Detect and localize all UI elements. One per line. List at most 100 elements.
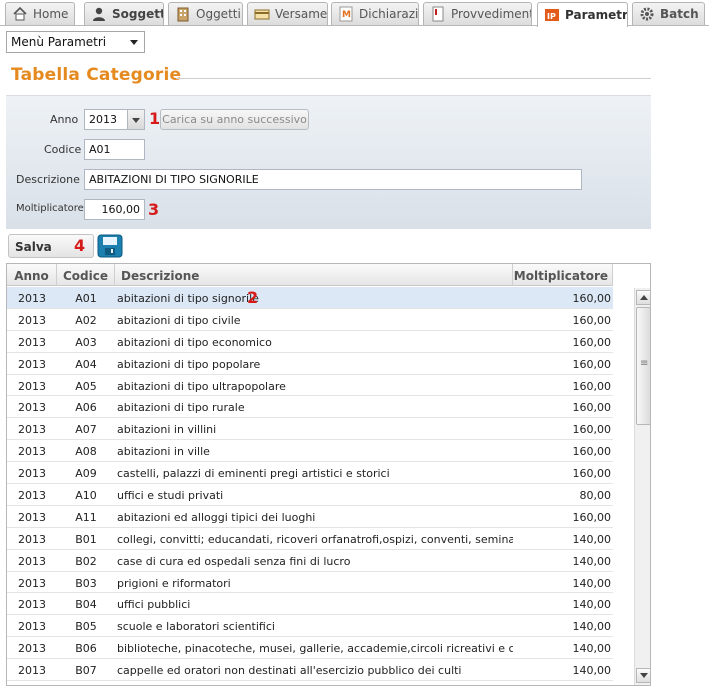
cell-descrizione: uffici pubblici	[117, 598, 191, 612]
cell-codice: A11	[75, 510, 97, 524]
column-header-moltiplicatore[interactable]: Moltiplicatore	[513, 264, 613, 286]
anno-select[interactable]: 2013	[84, 109, 145, 130]
column-header-anno[interactable]: Anno	[7, 264, 57, 286]
cell-anno: 2013	[18, 292, 46, 305]
table-row[interactable]: 2013 B02 case di cura ed ospedali senza …	[7, 550, 613, 572]
menu-select-value: Menù Parametri	[11, 35, 107, 49]
tab-parametri[interactable]: IP Parametri	[537, 2, 628, 27]
table-row[interactable]: 2013 A07 abitazioni in villini 160,00	[7, 418, 613, 441]
scroll-down-icon[interactable]	[636, 668, 650, 683]
table-row[interactable]: 2013 A10 uffici e studi privati 80,00	[7, 484, 613, 506]
column-header-codice[interactable]: Codice	[57, 264, 115, 286]
table-row[interactable]: 2013 B05 scuole e laboratori scientifici…	[7, 615, 613, 638]
user-icon	[91, 6, 107, 22]
table-row[interactable]: 2013 A08 abitazioni in ville 160,00	[7, 440, 613, 463]
cell-moltiplicatore: 140,00	[572, 642, 612, 656]
moltiplicatore-value: 160,00	[101, 203, 141, 216]
chevron-down-icon[interactable]	[127, 110, 144, 129]
table-row[interactable]: 2013 A06 abitazioni di tipo rurale 160,0…	[7, 396, 613, 419]
table-row[interactable]: 2013 A01 abitazioni di tipo signorile 16…	[7, 287, 613, 309]
cell-descrizione: abitazioni di tipo popolare	[117, 357, 261, 371]
cell-anno: 2013	[18, 445, 46, 459]
tab-versamenti[interactable]: Versamenti	[247, 2, 328, 25]
tab-soggetti[interactable]: Soggetti	[84, 2, 164, 25]
cell-descrizione: collegi, convitti; educandati, ricoveri …	[117, 532, 513, 546]
title-divider	[176, 78, 651, 79]
table-row[interactable]: 2013 A03 abitazioni di tipo economico 16…	[7, 331, 613, 353]
cell-moltiplicatore: 140,00	[572, 620, 612, 634]
cell-anno: 2013	[18, 620, 46, 634]
cell-descrizione: uffici e studi privati	[117, 489, 224, 503]
table-row[interactable]: 2013 B03 prigioni e riformatori 140,00	[7, 572, 613, 594]
table-row[interactable]: 2013 B07 cappelle ed oratori non destina…	[7, 659, 613, 682]
menu-parametri-select[interactable]: Menù Parametri	[6, 31, 145, 53]
cell-anno: 2013	[18, 532, 46, 546]
cell-moltiplicatore: 140,00	[572, 554, 612, 568]
cell-anno: 2013	[18, 598, 46, 612]
codice-field[interactable]: A01	[84, 139, 145, 160]
tab-batch[interactable]: Batch	[632, 2, 705, 25]
scroll-up-icon[interactable]	[636, 290, 650, 305]
svg-text:M: M	[342, 10, 351, 20]
descrizione-label: Descrizione	[16, 173, 80, 186]
table-row[interactable]: 2013 B06 biblioteche, pinacoteche, musei…	[7, 637, 613, 660]
svg-text:IP: IP	[547, 12, 556, 21]
cell-descrizione: abitazioni di tipo signorile	[117, 292, 259, 305]
annotation-marker-2: 2	[247, 288, 259, 307]
cell-codice: B07	[75, 664, 97, 678]
table-row[interactable]: 2013 A04 abitazioni di tipo popolare 160…	[7, 353, 613, 375]
vertical-scrollbar[interactable]	[634, 288, 650, 685]
tab-label: Home	[33, 7, 69, 21]
cell-codice: B02	[75, 554, 97, 568]
tab-label: Versamenti	[275, 7, 327, 21]
cell-descrizione: prigioni e riformatori	[117, 576, 231, 590]
load-next-year-button[interactable]: Carica su anno successivo	[160, 109, 309, 130]
tab-label: Oggetti	[196, 7, 241, 21]
cell-moltiplicatore: 140,00	[572, 598, 612, 612]
chevron-down-icon	[130, 40, 138, 45]
tab-bar: Home Soggetti Oggetti Versamenti M Dichi…	[0, 0, 709, 27]
tab-label: Batch	[660, 7, 699, 21]
table-row[interactable]: 2013 A05 abitazioni di tipo ultrapopolar…	[7, 375, 613, 397]
scroll-thumb[interactable]	[636, 307, 650, 425]
cell-moltiplicatore: 140,00	[572, 576, 612, 590]
anno-label: Anno	[50, 113, 79, 126]
tab-label: Provvedimenti	[451, 7, 531, 21]
cell-codice: A07	[75, 423, 97, 437]
tab-home[interactable]: Home	[5, 2, 75, 25]
table-row[interactable]: 2013 A02 abitazioni di tipo civile 160,0…	[7, 309, 613, 331]
cell-descrizione: castelli, palazzi di eminenti pregi arti…	[117, 467, 390, 481]
cell-descrizione: abitazioni di tipo economico	[117, 335, 272, 349]
cell-descrizione: abitazioni in villini	[117, 423, 217, 437]
home-icon	[12, 6, 28, 22]
cell-codice: A10	[75, 489, 97, 503]
annotation-marker-3: 3	[148, 200, 160, 219]
cell-moltiplicatore: 160,00	[572, 401, 612, 415]
table-row[interactable]: 2013 B01 collegi, convitti; educandati, …	[7, 528, 613, 550]
column-header-descrizione[interactable]: Descrizione	[115, 264, 513, 286]
descrizione-field[interactable]: ABITAZIONI DI TIPO SIGNORILE	[84, 169, 582, 190]
tab-oggetti[interactable]: Oggetti	[168, 2, 243, 25]
cell-anno: 2013	[18, 313, 46, 327]
cell-descrizione: scuole e laboratori scientifici	[117, 620, 275, 634]
table-row[interactable]: 2013 B04 uffici pubblici 140,00	[7, 593, 613, 616]
table-row[interactable]: 2013 A11 abitazioni ed alloggi tipici de…	[7, 506, 613, 528]
cell-anno: 2013	[18, 467, 46, 481]
table-body: 2013 A01 abitazioni di tipo signorile 16…	[7, 287, 613, 682]
document-icon	[430, 6, 446, 22]
annotation-marker-4: 4	[74, 236, 86, 255]
cell-anno: 2013	[18, 379, 46, 393]
moltiplicatore-field[interactable]: 160,00	[84, 199, 145, 220]
table-row[interactable]: 2013 A09 castelli, palazzi di eminenti p…	[7, 462, 613, 485]
cell-descrizione: abitazioni ed alloggi tipici dei luoghi	[117, 510, 316, 524]
cell-codice: A06	[75, 401, 97, 415]
save-icon[interactable]	[97, 234, 123, 258]
cell-moltiplicatore: 160,00	[572, 445, 612, 459]
cell-codice: B03	[75, 576, 97, 590]
cell-anno: 2013	[18, 357, 46, 371]
anno-value: 2013	[89, 113, 117, 126]
tab-label: Parametri	[565, 8, 627, 22]
tab-dichiarazioni[interactable]: M Dichiarazioni	[331, 2, 419, 25]
tab-provvedimenti[interactable]: Provvedimenti	[423, 2, 532, 25]
cell-moltiplicatore: 140,00	[572, 532, 612, 546]
